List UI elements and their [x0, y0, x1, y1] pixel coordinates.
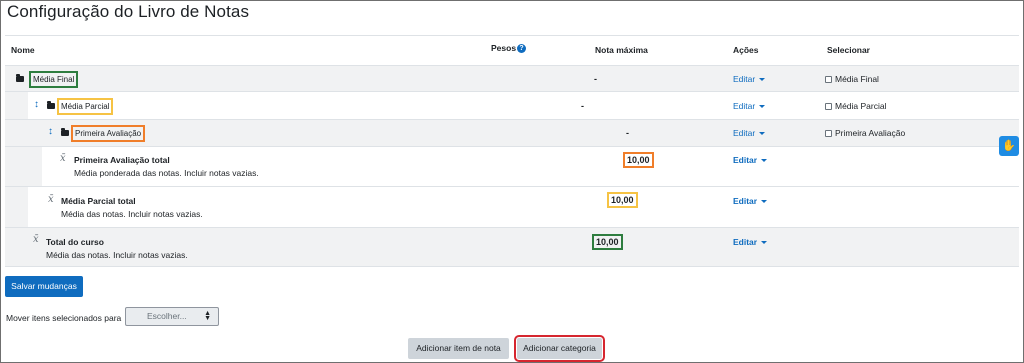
- edit-menu-media-parcial-total[interactable]: Editar: [733, 196, 768, 206]
- help-icon[interactable]: ?: [517, 44, 527, 53]
- checkbox[interactable]: [825, 76, 832, 83]
- column-header-weights: Pesos?: [491, 43, 527, 53]
- caret-down-icon: [761, 241, 768, 244]
- max-grade-value: -: [581, 101, 584, 111]
- select-label: Primeira Avaliação: [835, 128, 906, 138]
- column-header-name: Nome: [11, 45, 35, 55]
- edit-menu-media-parcial[interactable]: Editar: [733, 101, 766, 111]
- move-destination-value: Escolher...: [147, 311, 187, 321]
- max-grade-value: 10,00: [592, 234, 623, 250]
- max-grade-value: 10,00: [623, 152, 654, 168]
- edit-label: Editar: [733, 128, 756, 138]
- column-header-max-grade: Nota máxima: [595, 45, 648, 55]
- folder-icon: [16, 74, 24, 82]
- indent-bar: [5, 92, 28, 119]
- table-row: x̄ Média Parcial total Média das notas. …: [5, 187, 1019, 228]
- edit-menu-primeira-avaliacao[interactable]: Editar: [733, 128, 766, 138]
- total-name: Média Parcial total: [61, 196, 136, 206]
- table-row: x̄ Total do curso Média das notas. Inclu…: [5, 228, 1019, 267]
- caret-down-icon: [761, 159, 768, 162]
- edit-menu-total-do-curso[interactable]: Editar: [733, 237, 768, 247]
- select-media-parcial[interactable]: Média Parcial: [825, 101, 887, 111]
- checkbox[interactable]: [825, 103, 832, 110]
- gradebook-setup-panel: Configuração do Livro de Notas Nome Peso…: [0, 0, 1024, 363]
- folder-icon: [61, 128, 69, 136]
- move-arrows-icon[interactable]: ↕: [48, 127, 53, 137]
- caret-down-icon: [759, 132, 766, 135]
- x-bar-calculation-icon: x̄: [48, 194, 54, 205]
- move-arrows-icon[interactable]: ↕: [34, 100, 39, 110]
- edit-label: Editar: [733, 237, 758, 247]
- select-label: Média Final: [835, 74, 879, 84]
- max-grade-value: -: [626, 128, 629, 138]
- caret-down-icon: [761, 200, 768, 203]
- checkbox[interactable]: [825, 130, 832, 137]
- table-row: Média Final - Editar Média Final: [5, 65, 1019, 92]
- add-category-button[interactable]: Adicionar categoria: [514, 335, 605, 362]
- category-name-primeira-avaliacao: Primeira Avaliação: [71, 125, 146, 142]
- edit-menu-primeira-avaliacao-total[interactable]: Editar: [733, 155, 768, 165]
- column-header-weights-label: Pesos: [491, 43, 517, 53]
- table-row: ↕ Primeira Avaliação - Editar Primeira A…: [5, 120, 1019, 147]
- category-name-media-final: Média Final: [29, 71, 79, 88]
- folder-icon: [47, 101, 55, 109]
- max-grade-value: 10,00: [607, 192, 638, 208]
- indent-bar: [28, 147, 42, 186]
- edit-label: Editar: [733, 196, 758, 206]
- table-row: x̄ Primeira Avaliação total Média ponder…: [5, 147, 1019, 187]
- header-divider: [5, 35, 1019, 36]
- save-changes-button[interactable]: Salvar mudanças: [5, 276, 83, 297]
- x-bar-calculation-icon: x̄: [60, 153, 66, 164]
- total-description: Média das notas. Incluir notas vazias.: [46, 250, 188, 260]
- page-title: Configuração do Livro de Notas: [7, 2, 250, 21]
- move-destination-select[interactable]: Escolher... ▲ ▼: [125, 307, 219, 326]
- edit-label: Editar: [733, 101, 756, 111]
- edit-label: Editar: [733, 74, 756, 84]
- select-media-final[interactable]: Média Final: [825, 74, 879, 84]
- caret-down-icon: [759, 105, 766, 108]
- edit-menu-media-final[interactable]: Editar: [733, 74, 766, 84]
- total-name: Primeira Avaliação total: [74, 155, 170, 165]
- max-grade-value: -: [594, 74, 597, 84]
- edit-label: Editar: [733, 155, 758, 165]
- select-label: Média Parcial: [835, 101, 887, 111]
- total-description: Média ponderada das notas. Incluir notas…: [74, 168, 259, 178]
- caret-down-icon: [759, 78, 766, 81]
- x-bar-calculation-icon: x̄: [33, 234, 39, 245]
- indent-bar: [5, 120, 28, 146]
- column-header-select: Selecionar: [827, 45, 870, 55]
- category-name-media-parcial: Média Parcial: [57, 98, 114, 115]
- table-row: ↕ Média Parcial - Editar Média Parcial: [5, 92, 1019, 120]
- column-header-actions: Ações: [733, 45, 759, 55]
- select-primeira-avaliacao[interactable]: Primeira Avaliação: [825, 128, 905, 138]
- add-grade-item-button[interactable]: Adicionar item de nota: [408, 338, 509, 359]
- move-items-label: Mover itens selecionados para: [6, 313, 122, 323]
- indent-bar: [5, 147, 28, 186]
- total-name: Total do curso: [46, 237, 104, 247]
- total-description: Média das notas. Incluir notas vazias.: [61, 209, 203, 219]
- indent-bar: [5, 187, 28, 227]
- select-arrows-icon: ▲ ▼: [204, 310, 211, 322]
- accessibility-hands-icon[interactable]: ✋: [999, 136, 1019, 156]
